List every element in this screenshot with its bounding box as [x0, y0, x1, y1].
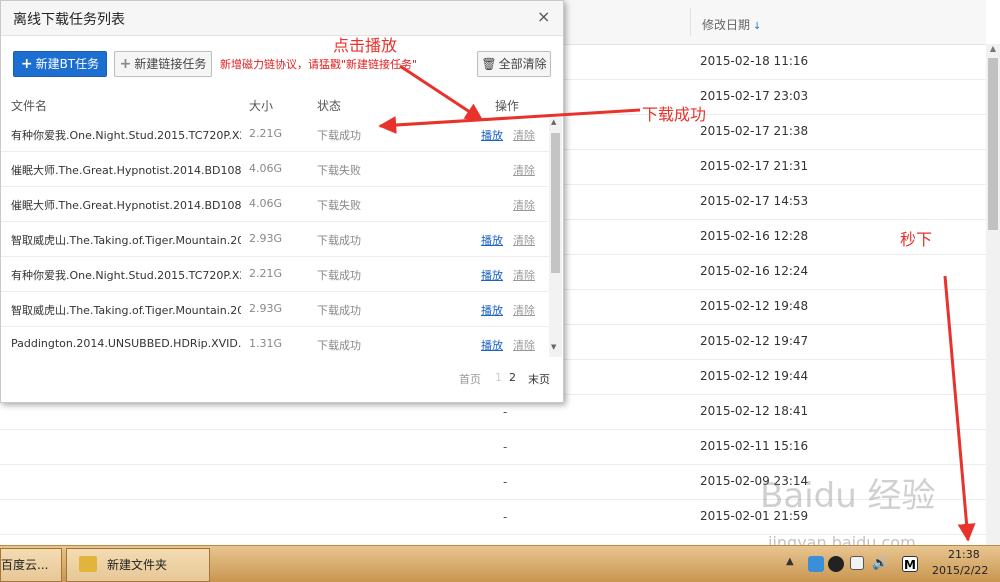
clock-date[interactable]: 2015/2/22	[932, 564, 988, 577]
baidu-watermark: Baidu 经验	[760, 476, 936, 516]
network-tray-icon[interactable]	[850, 556, 864, 570]
arrow-to-status	[378, 108, 641, 134]
volume-icon[interactable]: 🔊	[872, 556, 888, 572]
ime-tray-icon[interactable]: M	[902, 556, 918, 572]
clock-time[interactable]: 21:38	[948, 548, 980, 561]
arrow-to-clock	[943, 275, 976, 542]
tray-expand-icon[interactable]: ▲	[786, 556, 794, 567]
baidu-cloud-tray-icon[interactable]	[808, 556, 824, 572]
arrow-to-play	[399, 64, 484, 122]
folder-icon	[79, 556, 97, 572]
taskbar-new-folder[interactable]: 新建文件夹	[66, 548, 210, 582]
taskbar-baidu-cloud[interactable]: 百度云...	[0, 548, 62, 582]
taskbar-folder-label: 新建文件夹	[107, 558, 168, 572]
qq-tray-icon[interactable]	[828, 556, 844, 572]
taskbar-baidu-label: 百度云...	[1, 558, 49, 572]
